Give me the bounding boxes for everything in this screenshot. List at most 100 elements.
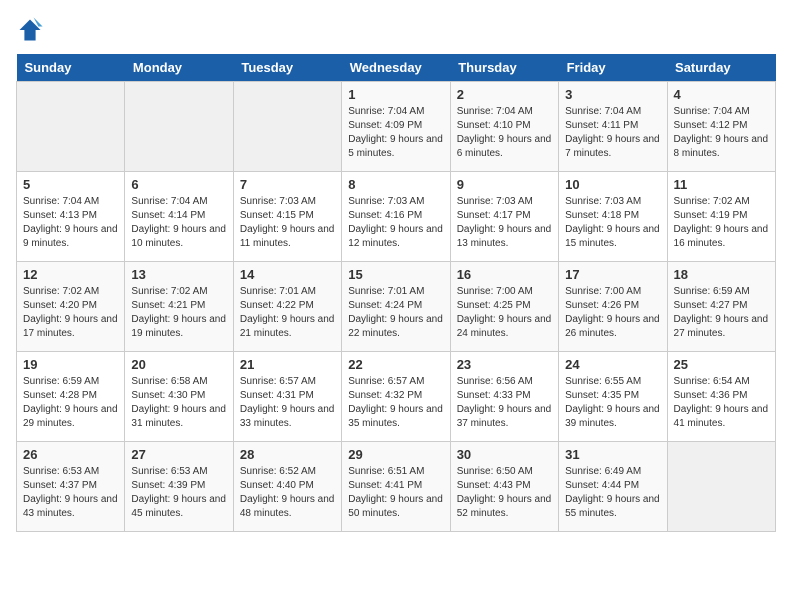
day-number: 21: [240, 357, 335, 372]
day-number: 28: [240, 447, 335, 462]
cell-detail: Sunrise: 6:49 AM Sunset: 4:44 PM Dayligh…: [565, 465, 660, 521]
cell-detail: Sunrise: 6:57 AM Sunset: 4:31 PM Dayligh…: [240, 375, 335, 431]
day-number: 11: [674, 177, 769, 192]
calendar-cell: 25 Sunrise: 6:54 AM Sunset: 4:36 PM Dayli…: [667, 352, 775, 442]
day-number: 16: [457, 267, 552, 282]
day-number: 7: [240, 177, 335, 192]
calendar-body: 1Sunrise: 7:04 AM Sunset: 4:09 PM Daylig…: [17, 82, 776, 532]
day-number: 17: [565, 267, 660, 282]
cell-detail: Sunrise: 7:03 AM Sunset: 4:16 PM Dayligh…: [348, 195, 443, 251]
calendar-cell: 14 Sunrise: 7:01 AM Sunset: 4:22 PM Dayli…: [233, 262, 341, 352]
cell-detail: Sunrise: 6:58 AM Sunset: 4:30 PM Dayligh…: [131, 375, 226, 431]
weekday-friday: Friday: [559, 54, 667, 82]
calendar-cell: 23 Sunrise: 6:56 AM Sunset: 4:33 PM Dayli…: [450, 352, 558, 442]
calendar-week-row: 26 Sunrise: 6:53 AM Sunset: 4:37 PM Dayli…: [17, 442, 776, 532]
cell-detail: Sunrise: 7:03 AM Sunset: 4:15 PM Dayligh…: [240, 195, 335, 251]
cell-detail: Sunrise: 6:51 AM Sunset: 4:41 PM Dayligh…: [348, 465, 443, 521]
calendar-week-row: 12 Sunrise: 7:02 AM Sunset: 4:20 PM Dayli…: [17, 262, 776, 352]
calendar-cell: 5Sunrise: 7:04 AM Sunset: 4:13 PM Daylig…: [17, 172, 125, 262]
day-number: 23: [457, 357, 552, 372]
calendar-cell: 29 Sunrise: 6:51 AM Sunset: 4:41 PM Dayli…: [342, 442, 450, 532]
cell-detail: Sunrise: 7:02 AM Sunset: 4:20 PM Dayligh…: [23, 285, 118, 341]
calendar-cell: 31Sunrise: 6:49 AM Sunset: 4:44 PM Dayli…: [559, 442, 667, 532]
day-number: 10: [565, 177, 660, 192]
cell-detail: Sunrise: 6:50 AM Sunset: 4:43 PM Dayligh…: [457, 465, 552, 521]
day-number: 26: [23, 447, 118, 462]
cell-detail: Sunrise: 7:04 AM Sunset: 4:12 PM Dayligh…: [674, 105, 769, 161]
calendar-cell: 9 Sunrise: 7:03 AM Sunset: 4:17 PM Daylig…: [450, 172, 558, 262]
day-number: 29: [348, 447, 443, 462]
calendar-cell: [125, 82, 233, 172]
calendar-cell: 18 Sunrise: 6:59 AM Sunset: 4:27 PM Dayli…: [667, 262, 775, 352]
day-number: 4: [674, 87, 769, 102]
calendar-cell: 6 Sunrise: 7:04 AM Sunset: 4:14 PM Daylig…: [125, 172, 233, 262]
calendar-cell: 10 Sunrise: 7:03 AM Sunset: 4:18 PM Dayli…: [559, 172, 667, 262]
page-header: [16, 16, 776, 44]
calendar-cell: 28Sunrise: 6:52 AM Sunset: 4:40 PM Dayli…: [233, 442, 341, 532]
day-number: 5: [23, 177, 118, 192]
calendar-cell: 8 Sunrise: 7:03 AM Sunset: 4:16 PM Daylig…: [342, 172, 450, 262]
day-number: 25: [674, 357, 769, 372]
calendar-cell: 15 Sunrise: 7:01 AM Sunset: 4:24 PM Dayli…: [342, 262, 450, 352]
day-number: 3: [565, 87, 660, 102]
calendar-cell: 27 Sunrise: 6:53 AM Sunset: 4:39 PM Dayli…: [125, 442, 233, 532]
cell-detail: Sunrise: 7:04 AM Sunset: 4:14 PM Dayligh…: [131, 195, 226, 251]
day-number: 9: [457, 177, 552, 192]
day-number: 12: [23, 267, 118, 282]
calendar-cell: 17Sunrise: 7:00 AM Sunset: 4:26 PM Dayli…: [559, 262, 667, 352]
day-number: 2: [457, 87, 552, 102]
cell-detail: Sunrise: 7:02 AM Sunset: 4:19 PM Dayligh…: [674, 195, 769, 251]
cell-detail: Sunrise: 7:03 AM Sunset: 4:17 PM Dayligh…: [457, 195, 552, 251]
calendar-cell: 4 Sunrise: 7:04 AM Sunset: 4:12 PM Daylig…: [667, 82, 775, 172]
day-number: 13: [131, 267, 226, 282]
calendar-cell: 21 Sunrise: 6:57 AM Sunset: 4:31 PM Dayli…: [233, 352, 341, 442]
cell-detail: Sunrise: 7:04 AM Sunset: 4:10 PM Dayligh…: [457, 105, 552, 161]
cell-detail: Sunrise: 7:03 AM Sunset: 4:18 PM Dayligh…: [565, 195, 660, 251]
calendar-cell: 30 Sunrise: 6:50 AM Sunset: 4:43 PM Dayli…: [450, 442, 558, 532]
cell-detail: Sunrise: 6:54 AM Sunset: 4:36 PM Dayligh…: [674, 375, 769, 431]
cell-detail: Sunrise: 6:53 AM Sunset: 4:37 PM Dayligh…: [23, 465, 118, 521]
calendar-cell: 24Sunrise: 6:55 AM Sunset: 4:35 PM Dayli…: [559, 352, 667, 442]
weekday-thursday: Thursday: [450, 54, 558, 82]
day-number: 24: [565, 357, 660, 372]
day-number: 6: [131, 177, 226, 192]
cell-detail: Sunrise: 7:00 AM Sunset: 4:25 PM Dayligh…: [457, 285, 552, 341]
weekday-header-row: SundayMondayTuesdayWednesdayThursdayFrid…: [17, 54, 776, 82]
day-number: 14: [240, 267, 335, 282]
day-number: 8: [348, 177, 443, 192]
calendar-cell: 26 Sunrise: 6:53 AM Sunset: 4:37 PM Dayli…: [17, 442, 125, 532]
calendar-cell: 16 Sunrise: 7:00 AM Sunset: 4:25 PM Dayli…: [450, 262, 558, 352]
day-number: 19: [23, 357, 118, 372]
day-number: 18: [674, 267, 769, 282]
cell-detail: Sunrise: 6:59 AM Sunset: 4:27 PM Dayligh…: [674, 285, 769, 341]
logo-icon: [16, 16, 44, 44]
day-number: 15: [348, 267, 443, 282]
cell-detail: Sunrise: 7:01 AM Sunset: 4:22 PM Dayligh…: [240, 285, 335, 341]
calendar-cell: 1Sunrise: 7:04 AM Sunset: 4:09 PM Daylig…: [342, 82, 450, 172]
calendar-cell: 7 Sunrise: 7:03 AM Sunset: 4:15 PM Daylig…: [233, 172, 341, 262]
calendar-cell: [17, 82, 125, 172]
calendar-cell: 20 Sunrise: 6:58 AM Sunset: 4:30 PM Dayli…: [125, 352, 233, 442]
weekday-monday: Monday: [125, 54, 233, 82]
calendar-cell: 11 Sunrise: 7:02 AM Sunset: 4:19 PM Dayli…: [667, 172, 775, 262]
cell-detail: Sunrise: 6:53 AM Sunset: 4:39 PM Dayligh…: [131, 465, 226, 521]
cell-detail: Sunrise: 7:02 AM Sunset: 4:21 PM Dayligh…: [131, 285, 226, 341]
cell-detail: Sunrise: 7:01 AM Sunset: 4:24 PM Dayligh…: [348, 285, 443, 341]
calendar-cell: 13 Sunrise: 7:02 AM Sunset: 4:21 PM Dayli…: [125, 262, 233, 352]
calendar-header: SundayMondayTuesdayWednesdayThursdayFrid…: [17, 54, 776, 82]
cell-detail: Sunrise: 6:56 AM Sunset: 4:33 PM Dayligh…: [457, 375, 552, 431]
day-number: 27: [131, 447, 226, 462]
calendar-cell: 3Sunrise: 7:04 AM Sunset: 4:11 PM Daylig…: [559, 82, 667, 172]
cell-detail: Sunrise: 6:57 AM Sunset: 4:32 PM Dayligh…: [348, 375, 443, 431]
weekday-saturday: Saturday: [667, 54, 775, 82]
calendar-week-row: 1Sunrise: 7:04 AM Sunset: 4:09 PM Daylig…: [17, 82, 776, 172]
calendar-week-row: 19 Sunrise: 6:59 AM Sunset: 4:28 PM Dayli…: [17, 352, 776, 442]
calendar-week-row: 5Sunrise: 7:04 AM Sunset: 4:13 PM Daylig…: [17, 172, 776, 262]
day-number: 20: [131, 357, 226, 372]
day-number: 30: [457, 447, 552, 462]
logo: [16, 16, 48, 44]
cell-detail: Sunrise: 6:59 AM Sunset: 4:28 PM Dayligh…: [23, 375, 118, 431]
cell-detail: Sunrise: 7:04 AM Sunset: 4:09 PM Dayligh…: [348, 105, 443, 161]
calendar-cell: [667, 442, 775, 532]
calendar-cell: 19 Sunrise: 6:59 AM Sunset: 4:28 PM Dayli…: [17, 352, 125, 442]
